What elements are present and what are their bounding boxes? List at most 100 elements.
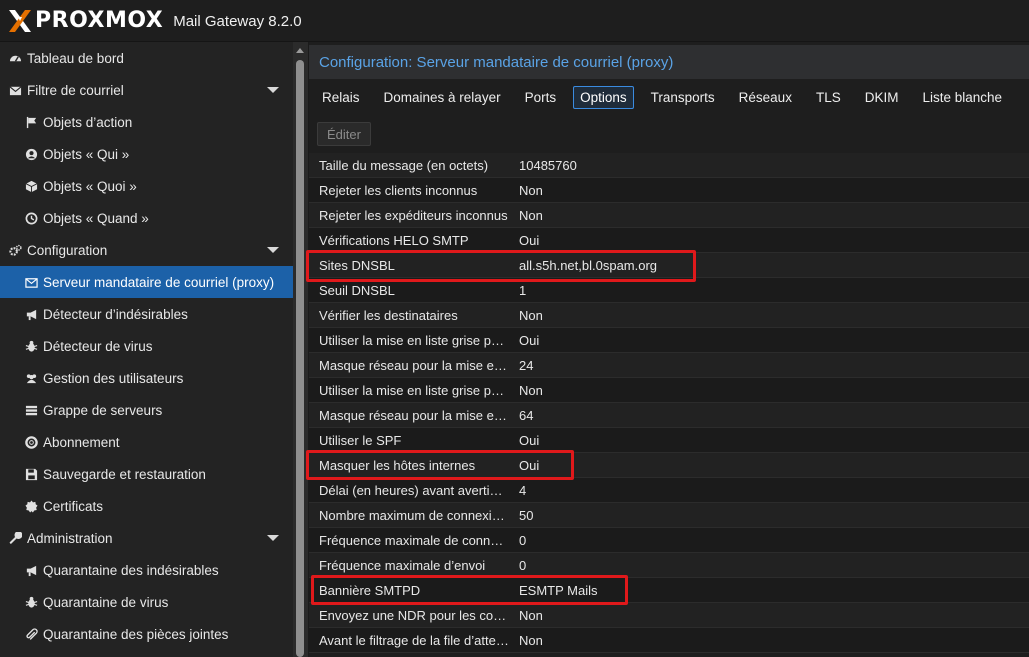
- chevron-down-icon[interactable]: [267, 535, 279, 541]
- floppy-icon: [24, 467, 38, 481]
- row-key: Fréquence maximale d’envoi: [319, 557, 486, 573]
- row-key: Rejeter les expéditeurs inconnus: [319, 207, 508, 223]
- logo-text: PROXMOX: [35, 8, 164, 33]
- row-key: Taille du message (en octets): [319, 157, 489, 173]
- sidebar-item-dashboard[interactable]: Tableau de bord: [0, 42, 293, 74]
- tab-networks[interactable]: Réseaux: [732, 86, 799, 109]
- row-key: Délai (en heures) avant avertissement: [319, 482, 509, 498]
- table-row[interactable]: Envoyez une NDR pour les courriels bloqu…: [309, 603, 1029, 628]
- tab-transports[interactable]: Transports: [644, 86, 722, 109]
- row-key: Utiliser la mise en liste grise pour IPv…: [319, 332, 509, 348]
- table-row[interactable]: Délai (en heures) avant avertissement 4: [309, 478, 1029, 503]
- clock-icon: [24, 211, 38, 225]
- sidebar-item-label: Abonnement: [43, 434, 120, 450]
- table-row[interactable]: Masque réseau pour la mise en liste gris…: [309, 353, 1029, 378]
- edit-button[interactable]: Éditer: [317, 122, 371, 146]
- sidebar-item-who-objects[interactable]: Objets « Qui »: [0, 138, 293, 170]
- bug-icon: [24, 339, 38, 353]
- tab-options[interactable]: Options: [573, 85, 634, 109]
- tab-dkim[interactable]: DKIM: [858, 86, 906, 109]
- table-row[interactable]: Vérifier les destinataires Non: [309, 303, 1029, 328]
- tab-ports[interactable]: Ports: [518, 86, 564, 109]
- sidebar-item-user-management[interactable]: Gestion des utilisateurs: [0, 362, 293, 394]
- row-value: Non: [519, 182, 543, 198]
- row-value: 1: [519, 282, 527, 298]
- sidebar-item-label: Administration: [27, 530, 113, 546]
- sidebar-item-label: Certificats: [43, 498, 104, 514]
- row-value: ESMTP Mails: [519, 582, 598, 598]
- sidebar-item-cluster[interactable]: Grappe de serveurs: [0, 394, 293, 426]
- table-row[interactable]: Taille du message (en octets) 10485760: [309, 153, 1029, 178]
- sidebar-item-label: Détecteur d’indésirables: [43, 306, 188, 322]
- sidebar-item-administration[interactable]: Administration: [0, 522, 293, 554]
- sidebar-nav: Tableau de bord Filtre de courriel Objet…: [0, 42, 293, 657]
- table-row[interactable]: Sites DNSBL all.s5h.net,bl.0spam.org: [309, 253, 1029, 278]
- sidebar-item-label: Configuration: [27, 242, 108, 258]
- table-row[interactable]: Fréquence maximale de connexion 0: [309, 528, 1029, 553]
- toolbar: Éditer: [309, 115, 1029, 153]
- page-title: Configuration: Serveur mandataire de cou…: [309, 45, 1029, 79]
- row-key: Nombre maximum de connexions: [319, 507, 509, 523]
- sidebar-item-certificates[interactable]: Certificats: [0, 490, 293, 522]
- users-icon: [24, 371, 38, 385]
- row-value: 10485760: [519, 157, 577, 173]
- row-key: Sites DNSBL: [319, 257, 395, 273]
- dashboard-icon: [8, 51, 22, 65]
- sidebar-item-label: Quarantaine des pièces jointes: [43, 626, 229, 642]
- row-key: Rejeter les clients inconnus: [319, 182, 478, 198]
- cogs-icon: [8, 243, 22, 257]
- table-row[interactable]: Masquer les hôtes internes Oui: [309, 453, 1029, 478]
- app-header: PROXMOX Mail Gateway 8.2.0: [0, 0, 1029, 42]
- row-value: 4: [519, 482, 527, 498]
- sidebar-item-attachment-quarantine[interactable]: Quarantaine des pièces jointes: [0, 618, 293, 650]
- tab-whitelist[interactable]: Liste blanche: [915, 86, 1009, 109]
- proxmox-logo[interactable]: PROXMOX: [7, 8, 163, 34]
- table-row[interactable]: Fréquence maximale d’envoi 0: [309, 553, 1029, 578]
- proxmox-x-icon: [7, 8, 33, 34]
- sidebar-item-spam-detector[interactable]: Détecteur d’indésirables: [0, 298, 293, 330]
- table-row[interactable]: Utiliser le SPF Oui: [309, 428, 1029, 453]
- sidebar-item-mail-proxy[interactable]: Serveur mandataire de courriel (proxy): [0, 266, 293, 298]
- sidebar-item-virus-quarantine[interactable]: Quarantaine de virus: [0, 586, 293, 618]
- support-icon: [24, 435, 38, 449]
- table-row[interactable]: Vérifications HELO SMTP Oui: [309, 228, 1029, 253]
- main-panel: Configuration: Serveur mandataire de cou…: [309, 42, 1029, 657]
- table-row[interactable]: Avant le filtrage de la file d’attente No…: [309, 628, 1029, 653]
- sidebar-scrollbar-thumb[interactable]: [296, 60, 304, 657]
- sidebar-item-action-objects[interactable]: Objets d’action: [0, 106, 293, 138]
- sidebar-item-label: Serveur mandataire de courriel (proxy): [43, 274, 275, 290]
- envelope-icon: [8, 83, 22, 97]
- tab-relay[interactable]: Relais: [315, 86, 367, 109]
- table-row[interactable]: Seuil DNSBL 1: [309, 278, 1029, 303]
- sidebar-item-subscription[interactable]: Abonnement: [0, 426, 293, 458]
- sidebar-item-virus-detector[interactable]: Détecteur de virus: [0, 330, 293, 362]
- scroll-up-arrow-icon[interactable]: [296, 48, 304, 53]
- table-row[interactable]: Rejeter les expéditeurs inconnus Non: [309, 203, 1029, 228]
- row-value: 50: [519, 507, 534, 523]
- table-row[interactable]: Utiliser la mise en liste grise pour IPv…: [309, 328, 1029, 353]
- sidebar-item-when-objects[interactable]: Objets « Quand »: [0, 202, 293, 234]
- tab-relay-domains[interactable]: Domaines à relayer: [377, 86, 508, 109]
- row-key: Avant le filtrage de la file d’attente: [319, 632, 509, 648]
- row-value: Non: [519, 607, 543, 623]
- table-row[interactable]: Bannière SMTPD ESMTP Mails: [309, 578, 1029, 603]
- sidebar-item-backup-restore[interactable]: Sauvegarde et restauration: [0, 458, 293, 490]
- sidebar-item-what-objects[interactable]: Objets « Quoi »: [0, 170, 293, 202]
- row-key: Vérifier les destinataires: [319, 307, 458, 323]
- sidebar-item-spam-quarantine[interactable]: Quarantaine des indésirables: [0, 554, 293, 586]
- table-row[interactable]: Nombre maximum de connexions 50: [309, 503, 1029, 528]
- table-row[interactable]: Masque réseau pour la mise en liste gris…: [309, 403, 1029, 428]
- table-row[interactable]: Utiliser la mise en liste grise pour IPv…: [309, 378, 1029, 403]
- tab-tls[interactable]: TLS: [809, 86, 848, 109]
- row-value: 0: [519, 532, 527, 548]
- wrench-icon: [8, 531, 22, 545]
- sidebar-item-label: Objets « Qui »: [43, 146, 130, 162]
- table-row[interactable]: Rejeter les clients inconnus Non: [309, 178, 1029, 203]
- chevron-down-icon[interactable]: [267, 87, 279, 93]
- sidebar-item-mail-filter[interactable]: Filtre de courriel: [0, 74, 293, 106]
- sidebar-item-configuration[interactable]: Configuration: [0, 234, 293, 266]
- row-key: Fréquence maximale de connexion: [319, 532, 509, 548]
- sidebar-item-label: Gestion des utilisateurs: [43, 370, 184, 386]
- chevron-down-icon[interactable]: [267, 247, 279, 253]
- sidebar-item-label: Détecteur de virus: [43, 338, 153, 354]
